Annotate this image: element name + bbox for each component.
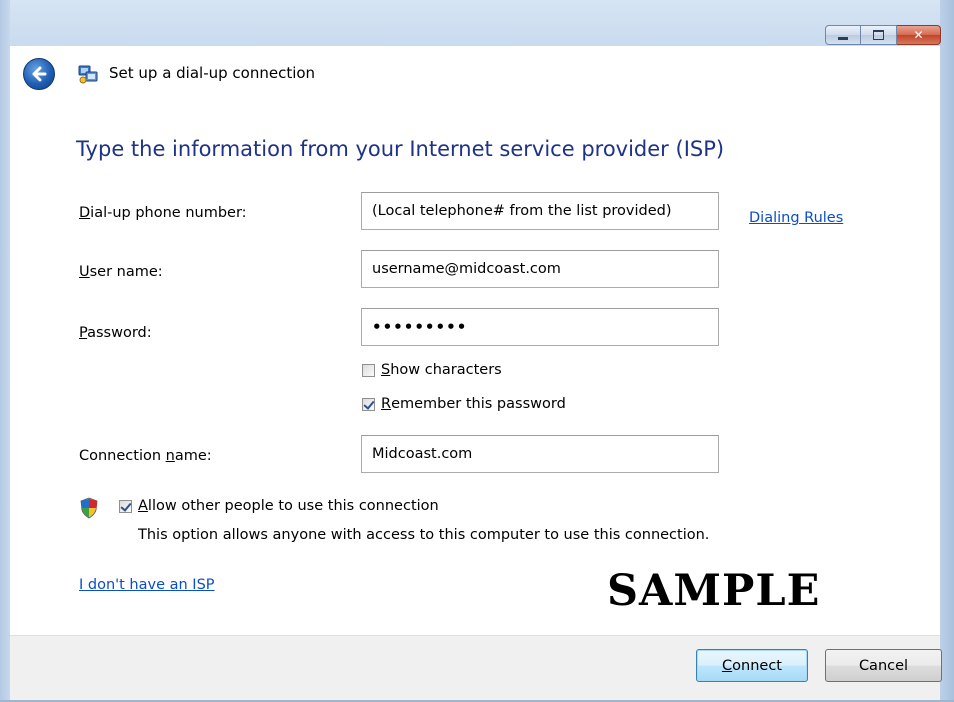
minimize-icon [838,36,848,40]
dialing-rules-link[interactable]: Dialing Rules [749,210,843,226]
allow-others-label: llow other people to use this connection [147,498,439,514]
caption-buttons: ✕ [825,25,941,45]
allow-others-checkbox[interactable] [119,499,132,513]
maximize-icon [873,30,884,40]
show-characters-label: how characters [390,362,502,378]
allow-others-option[interactable]: Allow other people to use this connectio… [119,498,439,514]
window-right-border [940,0,954,702]
password-label-text: assword: [87,325,152,341]
username-label-accel: U [79,264,90,280]
sample-watermark: SAMPLE [607,566,821,616]
password-label: Password: [79,325,152,341]
connect-label: onnect [732,657,782,674]
phone-label-accel: D [79,205,91,221]
remember-password-accel: R [381,396,392,412]
no-isp-link[interactable]: I don't have an ISP [79,577,215,593]
maximize-button[interactable] [861,25,897,45]
dialog-window: ✕ Set up a dial-up connection Type the i… [0,0,954,702]
show-characters-checkbox[interactable] [362,363,375,377]
password-field[interactable]: ••••••••• [361,308,719,346]
connection-label-post: ame: [174,448,212,464]
close-icon: ✕ [913,28,924,42]
connect-button[interactable]: Connect [696,649,808,682]
connection-label-accel: n [165,448,175,464]
window-title: Set up a dial-up connection [109,64,316,82]
remember-password-label: emember this password [391,396,566,412]
allow-others-description: This option allows anyone with access to… [138,527,710,543]
cancel-button[interactable]: Cancel [825,649,942,682]
phone-label: Dial-up phone number: [79,205,247,221]
connection-label-pre: Connection [79,448,166,464]
username-field[interactable]: username@midcoast.com [361,250,719,288]
back-arrow-icon [32,66,47,82]
minimize-button[interactable] [825,25,861,45]
page-heading: Type the information from your Internet … [76,137,725,161]
show-characters-option[interactable]: Show characters [362,362,502,378]
back-button[interactable] [23,58,55,90]
username-label: User name: [79,264,163,280]
window-left-border [0,0,10,702]
connection-name-label: Connection name: [79,448,212,464]
close-button[interactable]: ✕ [897,25,941,45]
network-connection-icon [78,65,98,84]
username-label-text: ser name: [89,264,163,280]
allow-others-accel: A [138,498,148,514]
connection-name-field[interactable]: Midcoast.com [361,435,719,473]
uac-shield-icon [80,497,98,519]
phone-number-field[interactable]: (Local telephone# from the list provided… [361,192,719,230]
phone-label-text: ial-up phone number: [90,205,247,221]
show-characters-accel: S [381,362,391,378]
remember-password-option[interactable]: Remember this password [362,396,566,412]
password-label-accel: P [79,325,88,341]
connect-accel: C [722,657,733,674]
remember-password-checkbox[interactable] [362,397,375,411]
